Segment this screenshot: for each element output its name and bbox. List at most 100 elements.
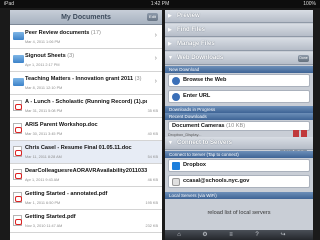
document-size: 232 KB [145, 224, 158, 228]
connect-servers-section[interactable]: ▼ Connect to Servers AddEdit [165, 137, 313, 156]
item-count: (3) [134, 76, 142, 82]
document-row[interactable]: A - Lunch - Scholastic (Running Record) … [10, 95, 162, 118]
document-size: 195 KB [145, 201, 158, 205]
document-row[interactable]: DearColleaguesreAORAVRAvailability201103… [10, 164, 162, 187]
document-date: Mar 11, 2011 8:28 AM [25, 155, 62, 159]
document-title: Signout Sheets [25, 53, 66, 59]
document-date: Mar 1, 2011 6:50 PM [25, 201, 61, 205]
browse-web-label: Browse the Web [183, 77, 227, 83]
toolbar: ⌂ ⚙ ≡ ? ↪ [165, 230, 313, 240]
help-icon[interactable]: ? [247, 230, 267, 240]
triangle-down-icon: ▼ [168, 140, 173, 146]
document-name: Getting Started - annotated.pdf [25, 191, 147, 197]
connect-server-bar: Connect to Server (Tap to connect) [165, 151, 313, 158]
pdf-icon [13, 146, 22, 157]
reload-local-servers-link[interactable]: reload list of local servers [165, 210, 313, 216]
tab-marker-left [293, 130, 299, 137]
manage-files-section[interactable]: ▶ Manage Files [165, 38, 313, 51]
local-servers-bar: Local Servers (via WiFi) [165, 192, 313, 199]
status-bar: iPad 1:42 PM 100% [0, 0, 320, 8]
sort-icon[interactable]: ≡ [221, 230, 241, 240]
folder-icon [13, 32, 24, 40]
document-size: 40 KB [147, 132, 158, 136]
document-title: Peer Review documents [25, 30, 90, 36]
action-icon[interactable]: ↪ [273, 230, 293, 240]
pdf-icon [13, 215, 22, 226]
document-name: Signout Sheets (3) [25, 53, 147, 59]
document-name: ARIS Parent Workshop.doc [25, 122, 147, 128]
document-date: Mar 31, 2011 5:08 PM [25, 109, 63, 113]
dropbox-item[interactable]: Dropbox [168, 159, 310, 172]
document-row[interactable]: ARIS Parent Workshop.doc Mar 30, 2011 3:4… [10, 118, 162, 141]
documents-panel: My Documents Edit Peer Review documents … [10, 10, 162, 240]
browse-web-button[interactable]: Browse the Web [168, 74, 310, 87]
page-title: My Documents [61, 14, 111, 21]
dropbox-icon [172, 162, 180, 170]
document-date: Apr 1, 2011 2:17 PM [25, 63, 60, 67]
chevron-right-icon: › [154, 78, 157, 85]
document-row[interactable]: Teaching Matters - Innovation grant 2011… [10, 72, 162, 95]
item-count: (3) [67, 53, 75, 59]
downloads-progress-bar: Downloads in Progress [165, 106, 313, 113]
enter-url-label: Enter URL [183, 93, 211, 99]
document-title: A - Lunch - Scholastic (Running Record) … [25, 99, 147, 105]
web-downloads-section[interactable]: ▼ Web Downloads Done [165, 52, 313, 65]
document-cameras-text: Document Cameras [172, 123, 225, 129]
document-date: Apr 1, 2011 9:43 AM [25, 178, 60, 182]
document-row[interactable]: Signout Sheets (3) Apr 1, 2011 2:17 PM › [10, 49, 162, 72]
document-cameras-label: Document Cameras (10 KB) [172, 122, 245, 130]
document-name: Chris Casel - Resume Final 01.05.11.doc [25, 145, 147, 151]
triangle-right-icon: ▶ [168, 41, 172, 47]
document-name: A - Lunch - Scholastic (Running Record) … [25, 99, 147, 105]
gmail-server-item[interactable]: ccasal@schools.nyc.gov [168, 175, 310, 188]
document-row[interactable]: Chris Casel - Resume Final 01.05.11.doc M… [10, 141, 162, 164]
globe-icon [172, 77, 180, 85]
chevron-right-icon: › [154, 32, 157, 39]
server-buttons: AddEdit [279, 140, 309, 156]
recent-downloads-bar: Recent Downloads [165, 113, 313, 120]
document-title: DearColleaguesreAORAVRAvailability201103… [25, 168, 147, 174]
tab-marker-right [301, 130, 307, 137]
tools-panel: ▶ Preview ▶ Find Files ▶ Manage Files ▼ … [165, 10, 313, 240]
connect-servers-label: Connect to Servers [177, 140, 233, 146]
folder-icon [13, 78, 24, 86]
gmail-label: ccasal@schools.nyc.gov [183, 178, 250, 184]
document-title: ARIS Parent Workshop.doc [25, 122, 98, 128]
document-date: Mar 8, 2011 12:10 PM [25, 86, 63, 90]
edit-button[interactable]: Edit [147, 13, 158, 21]
document-row[interactable]: Peer Review documents (17) Mar 4, 2011 1:… [10, 26, 162, 49]
document-date: Mar 4, 2011 1:06 PM [25, 40, 61, 44]
settings-icon[interactable]: ⚙ [195, 230, 215, 240]
document-date: Mar 30, 2011 3:45 PM [25, 132, 63, 136]
document-name: Teaching Matters - Innovation grant 2011… [25, 76, 147, 82]
clock: 1:42 PM [150, 1, 170, 7]
preview-section[interactable]: ▶ Preview [165, 10, 313, 23]
new-download-bar: New Download [165, 66, 313, 73]
link-icon [172, 93, 180, 101]
document-size: 35 KB [147, 109, 158, 113]
document-name: DearColleaguesreAORAVRAvailability201103… [25, 168, 147, 174]
document-row[interactable]: Getting Started.pdf Nov 3, 2010 11:47 AM 2… [10, 210, 162, 233]
lock-icon[interactable]: ⌂ [169, 230, 189, 240]
enter-url-button[interactable]: Enter URL [168, 90, 310, 103]
google-icon [172, 178, 180, 186]
folder-icon [13, 55, 24, 63]
done-button[interactable]: Done [298, 55, 309, 62]
triangle-down-icon: ▼ [168, 55, 173, 61]
triangle-right-icon: ▶ [168, 13, 172, 19]
document-name: Getting Started.pdf [25, 214, 147, 220]
preview-label: Preview [177, 13, 200, 19]
triangle-right-icon: ▶ [168, 27, 172, 33]
document-title: Chris Casel - Resume Final 01.05.11.doc [25, 145, 132, 151]
document-title: Teaching Matters - Innovation grant 2011 [25, 76, 134, 82]
document-cameras-item[interactable]: Document Cameras (10 KB) [168, 121, 310, 131]
document-name: Peer Review documents (17) [25, 30, 147, 36]
document-cameras-size: (10 KB) [226, 123, 246, 129]
find-files-section[interactable]: ▶ Find Files [165, 24, 313, 37]
document-title: Getting Started - annotated.pdf [25, 191, 108, 197]
item-count: (17) [90, 30, 101, 36]
documents-header: My Documents Edit [10, 10, 162, 25]
find-files-label: Find Files [177, 27, 206, 33]
document-title: Getting Started.pdf [25, 214, 76, 220]
document-row[interactable]: Getting Started - annotated.pdf Mar 1, 20… [10, 187, 162, 210]
